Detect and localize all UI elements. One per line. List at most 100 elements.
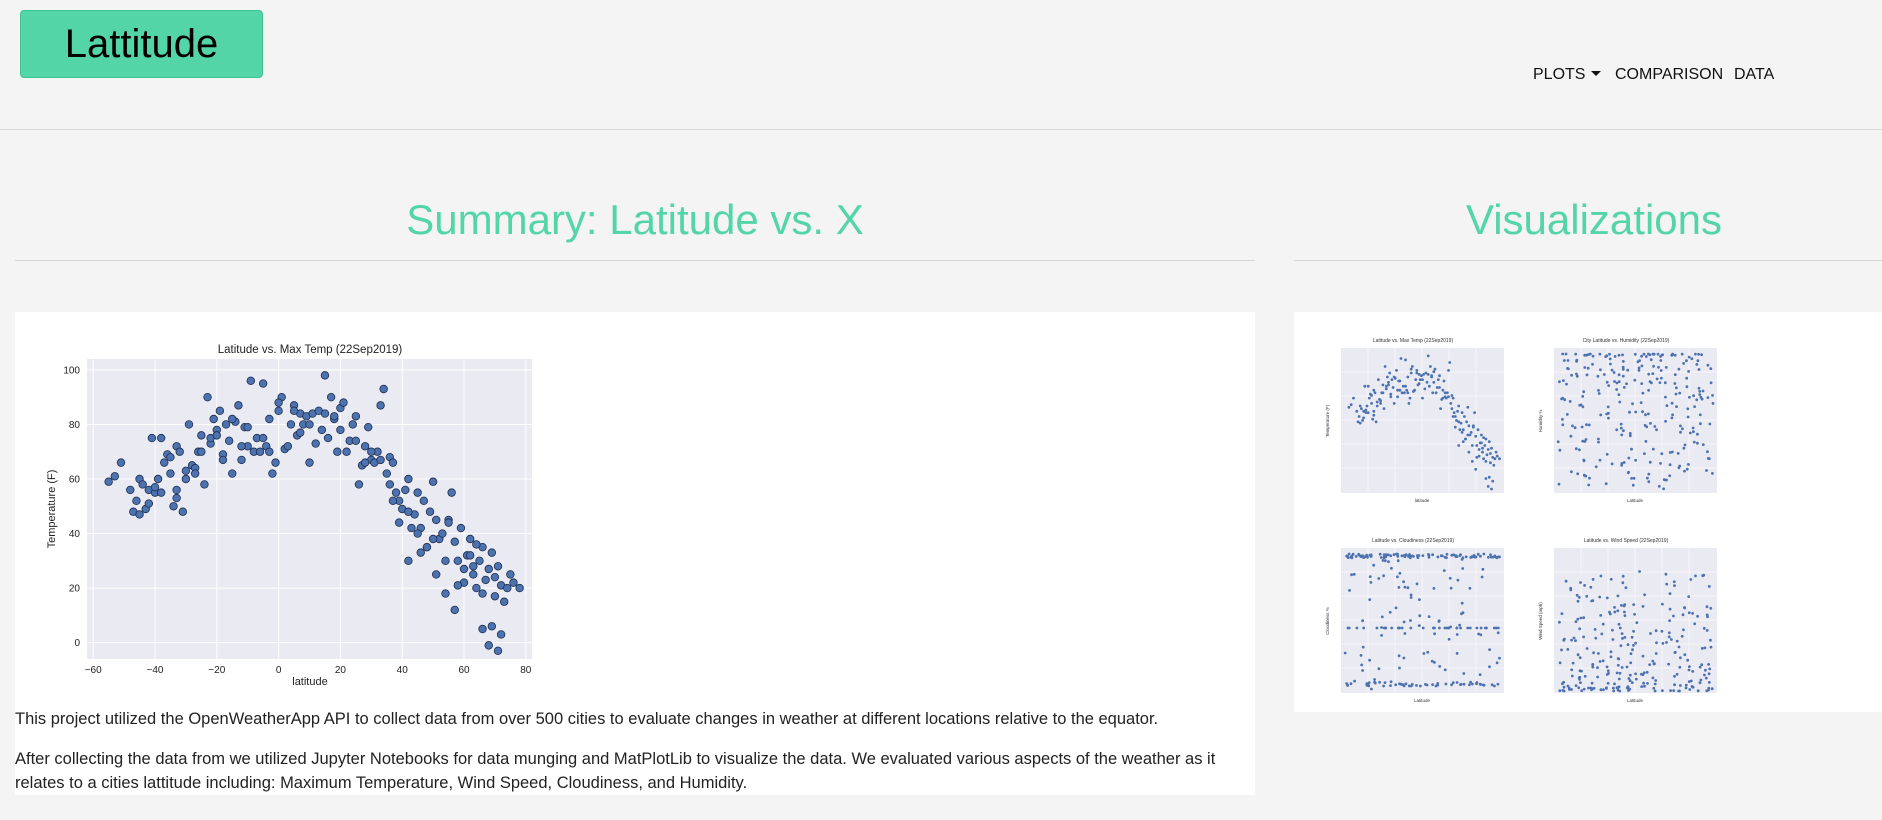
thumbnail-point <box>1579 403 1583 407</box>
nav-plots-dropdown[interactable]: PLOTS <box>1533 66 1602 84</box>
x-tick-label: 80 <box>520 665 532 676</box>
thumbnail-point <box>1387 383 1390 387</box>
max-temp-scatter-chart[interactable]: −60 −40 −20 0 20 40 60 80 0 20 40 60 80 100 Latitude … <box>40 337 540 692</box>
thumbnail-point <box>1679 424 1682 428</box>
thumbnail-point <box>1380 615 1384 619</box>
thumbnail-point <box>1430 374 1433 378</box>
thumbnail-point <box>1657 484 1661 488</box>
y-tick-label: 0 <box>74 638 80 649</box>
thumbnail-point <box>1618 671 1622 675</box>
data-point <box>203 392 212 402</box>
thumbnail-point <box>1427 384 1431 388</box>
thumbnail-point <box>1630 447 1633 451</box>
thumbnail-point <box>1451 415 1455 418</box>
thumbnail-point <box>1469 431 1473 434</box>
data-point <box>178 507 187 516</box>
thumbnail-plot-2[interactable]: City Latitude vs. Humidity (22Sep2019) La… <box>1538 338 1717 503</box>
thumbnail-point <box>1663 381 1667 385</box>
thumbnail-point <box>1694 574 1697 578</box>
thumbnail-point <box>1414 378 1418 381</box>
thumbnail-point <box>1562 359 1566 362</box>
thumbnail-point <box>1489 461 1492 465</box>
thumbnail-point <box>1655 641 1658 645</box>
thumbnail-point <box>1568 400 1572 403</box>
thumbnail-point <box>1605 596 1609 600</box>
thumbnail-point <box>1655 428 1658 432</box>
thumbnail-point <box>1632 603 1636 606</box>
thumbnail-point <box>1634 458 1637 462</box>
thumbnail-point <box>1630 681 1634 684</box>
thumbnail-point <box>1648 460 1652 464</box>
thumbnail-point <box>1467 424 1471 428</box>
thumbnail-point <box>1355 409 1359 413</box>
thumbnail-point <box>1642 671 1646 675</box>
thumbnail-point <box>1475 456 1479 459</box>
thumbnail-point <box>1390 566 1393 570</box>
thumbnail-point <box>1409 619 1412 622</box>
thumbnail-point <box>1627 677 1631 680</box>
thumbnail-point <box>1613 380 1616 383</box>
thumbnail-point <box>1479 683 1483 686</box>
thumbnail-point <box>1686 407 1690 411</box>
thumbnail-point <box>1474 467 1478 471</box>
nav-comparison-link[interactable]: COMPARISON <box>1615 66 1723 84</box>
thumbnail-point <box>1367 681 1371 684</box>
thumbnail-point <box>1705 605 1709 609</box>
thumbnail-point <box>1482 552 1486 556</box>
thumbnail-point <box>1487 555 1490 559</box>
thumbnail-point <box>1400 554 1404 558</box>
thumbnail-point <box>1405 388 1409 392</box>
visualization-thumbnails: Latitude vs. Max Temp (22Sep2019) latitud… <box>1325 338 1717 703</box>
thumbnail-point <box>1589 585 1593 589</box>
data-point <box>138 480 147 489</box>
thumbnail-point <box>1466 433 1470 437</box>
thumbnail-point <box>1479 633 1483 637</box>
thumbnail-point <box>1438 665 1442 668</box>
data-point <box>472 583 481 593</box>
thumbnail-point <box>1616 663 1620 667</box>
data-point <box>200 480 209 489</box>
thumbnail-point <box>1354 555 1358 558</box>
thumbnail-point <box>1373 678 1376 681</box>
thumbnail-point <box>1449 402 1453 405</box>
thumbnail-point <box>1665 582 1669 586</box>
thumbnail-point <box>1459 626 1462 630</box>
thumbnail-point <box>1662 487 1665 491</box>
thumbnail-point <box>1711 402 1715 405</box>
thumbnail-point <box>1687 463 1690 466</box>
thumbnail-point <box>1457 444 1461 447</box>
thumbnail-point <box>1476 428 1480 432</box>
thumbnail-point <box>1613 610 1617 614</box>
thumbnail-point <box>1377 667 1381 671</box>
thumbnail-point <box>1495 454 1499 458</box>
thumbnail-plot-3[interactable]: Latitude vs. Cloudiness (22Sep2019) Latit… <box>1325 538 1504 703</box>
thumbnail-point <box>1565 382 1568 386</box>
thumbnail-point <box>1407 402 1411 405</box>
visualizations-divider <box>1294 260 1882 261</box>
thumbnail-point <box>1617 373 1621 377</box>
nav-data-link[interactable]: DATA <box>1734 66 1774 84</box>
summary-divider <box>15 260 1255 261</box>
thumbnail-point <box>1377 577 1381 580</box>
thumbnail-point <box>1688 395 1691 399</box>
thumbnail-point <box>1613 606 1616 609</box>
thumbnail-point <box>1587 423 1591 427</box>
data-point <box>150 482 160 492</box>
thumbnail-point <box>1487 440 1491 443</box>
brand-logo-button[interactable]: Lattitude <box>20 10 263 78</box>
thumbnail-point <box>1442 379 1446 383</box>
thumbnail-point <box>1648 380 1652 383</box>
thumbnail-point <box>1374 420 1378 424</box>
thumbnail-point <box>1349 682 1353 686</box>
thumbnail-point <box>1694 352 1697 356</box>
thumbnail-plot-4[interactable]: Latitude vs. Wind Speed (22Sep2019) Latit… <box>1538 538 1717 703</box>
thumbnail-point <box>1670 401 1674 405</box>
thumbnail-point <box>1562 638 1566 642</box>
thumbnail-point <box>1617 393 1621 397</box>
thumbnail-point <box>1659 462 1662 465</box>
thumbnail-point <box>1609 362 1612 366</box>
thumbnail-plot-1[interactable]: Latitude vs. Max Temp (22Sep2019) latitud… <box>1325 338 1504 503</box>
data-point <box>160 458 169 467</box>
thumbnail-point <box>1708 422 1712 426</box>
data-point <box>351 436 361 446</box>
